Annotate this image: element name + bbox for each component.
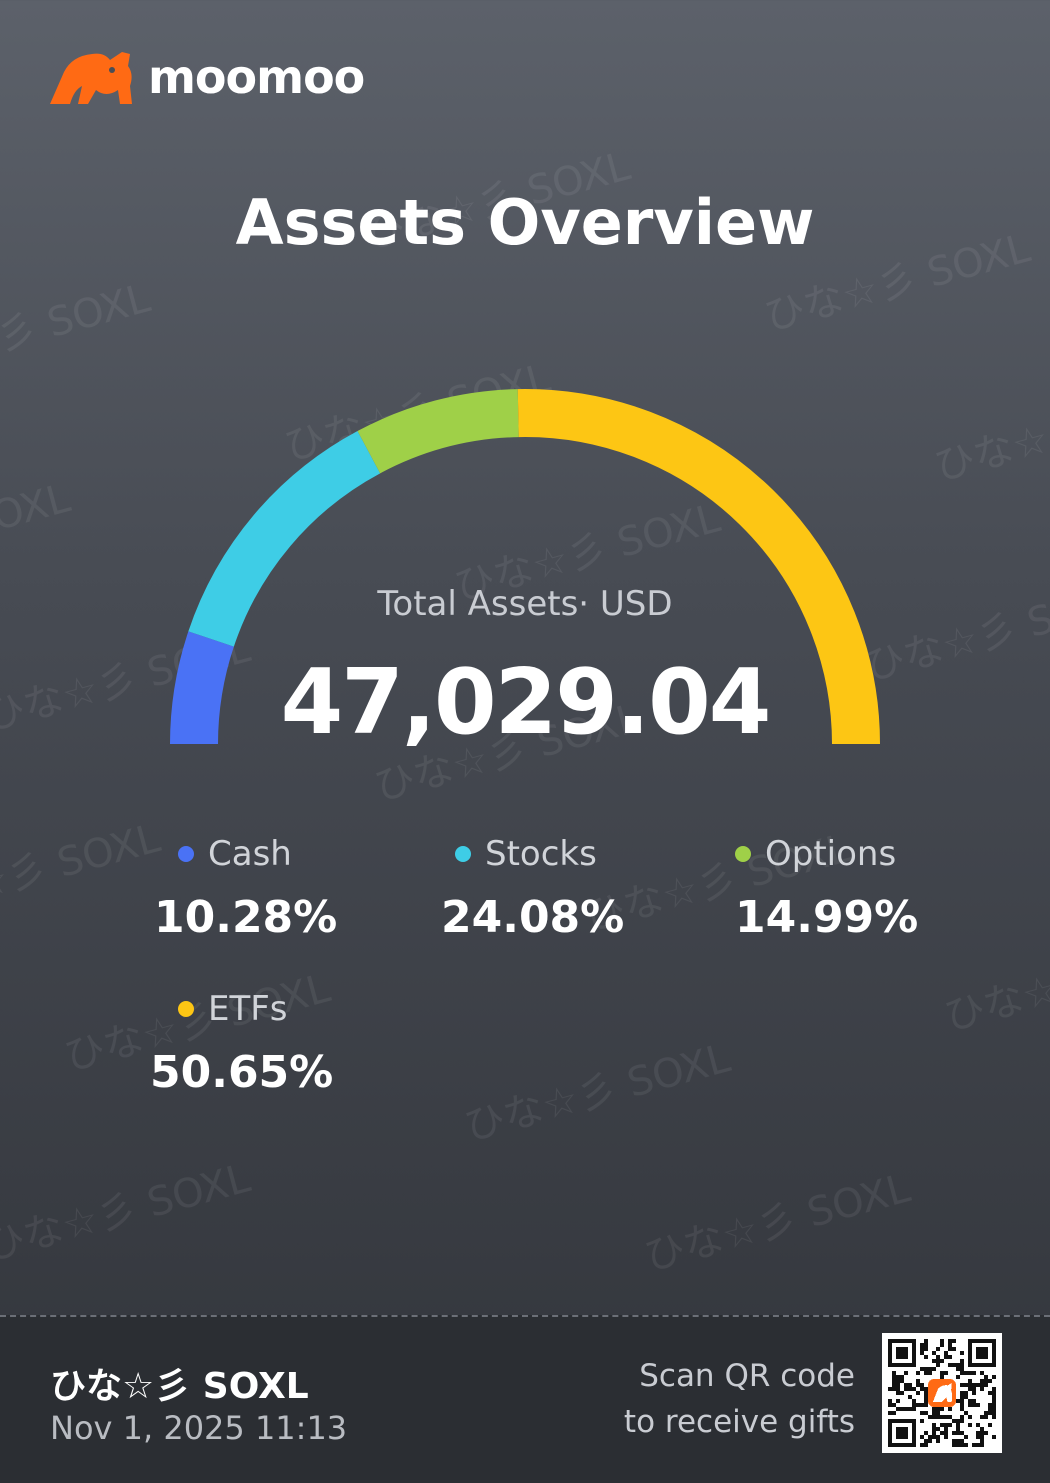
legend-stocks-percent: 24.08% — [441, 892, 625, 943]
qr-code-icon[interactable] — [882, 1333, 1002, 1453]
watermark: ひな☆彡 SOXL — [0, 815, 165, 931]
moomoo-bull-logo-icon — [50, 52, 132, 104]
watermark: ひな☆彡 SOXL — [0, 1155, 255, 1271]
legend-options-dot — [735, 846, 751, 862]
watermark: ひな☆彡 SOXL — [639, 1165, 915, 1281]
legend-stocks: Stocks 24.08% — [441, 834, 624, 943]
legend-options-label: Options — [765, 834, 897, 874]
brand-logo: moomoo — [48, 46, 365, 108]
legend-cash-dot — [178, 846, 194, 862]
legend-stocks-dot — [455, 846, 471, 862]
legend-etfs-label: ETFs — [208, 989, 288, 1029]
legend-stocks-label: Stocks — [485, 834, 597, 874]
snapshot-datetime: Nov 1, 2025 11:13 — [50, 1409, 348, 1447]
legend-etfs-dot — [178, 1001, 194, 1017]
watermark: ひな☆彡 SOXL — [459, 1035, 735, 1151]
total-assets-value: 47,029.04 — [280, 650, 772, 755]
share-footer: ひな☆彡 SOXL Nov 1, 2025 11:13 Scan QR code… — [0, 1315, 1050, 1483]
scan-qr-line2: to receive gifts — [623, 1404, 855, 1440]
legend-etfs: ETFs 50.65% — [150, 989, 333, 1098]
legend-options-percent: 14.99% — [735, 892, 919, 943]
legend-cash: Cash 10.28% — [154, 834, 337, 943]
legend-cash-percent: 10.28% — [154, 892, 338, 943]
scan-qr-line1: Scan QR code — [639, 1358, 855, 1394]
scan-qr-text: Scan QR code to receive gifts — [624, 1353, 855, 1445]
user-name: ひな☆彡 SOXL — [50, 1366, 309, 1407]
page-title: Assets Overview — [235, 186, 815, 259]
legend-cash-label: Cash — [208, 834, 292, 874]
watermark: ひな☆彡 SOXL — [939, 925, 1050, 1041]
gauge-segment-options — [357, 389, 520, 474]
legend-options: Options 14.99% — [735, 834, 918, 943]
legend-etfs-percent: 50.65% — [150, 1047, 334, 1098]
total-assets-label: Total Assets· USD — [377, 584, 673, 624]
brand-name: moomoo — [148, 50, 365, 104]
